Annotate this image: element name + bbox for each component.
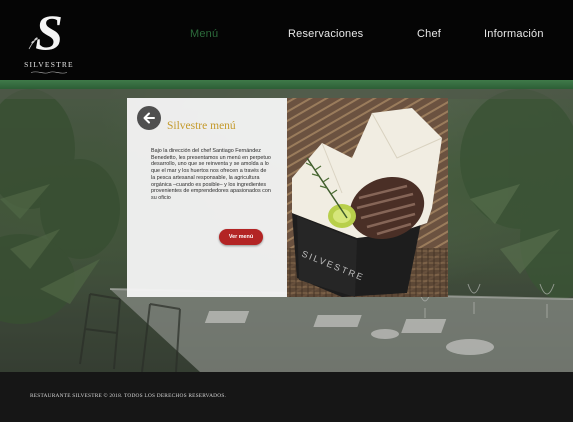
- ver-menu-button[interactable]: Ver menú: [219, 229, 263, 245]
- card-description: Bajo la dirección del chef Santiago Fern…: [151, 148, 271, 201]
- arrow-left-icon: [143, 112, 155, 124]
- silvestre-logo[interactable]: S SILVESTRE: [18, 6, 80, 78]
- site-footer: RESTAURANTE SILVESTRE © 2018. TODOS LOS …: [0, 372, 573, 422]
- nav-item-chef[interactable]: Chef: [417, 28, 441, 40]
- dish-illustration: SILVESTRE: [287, 98, 448, 297]
- logo-monogram: S: [35, 4, 63, 60]
- header-accent-band: [0, 80, 573, 89]
- back-button[interactable]: [137, 106, 161, 130]
- dish-photo: SILVESTRE: [287, 98, 448, 297]
- nav-item-informacion[interactable]: Información: [484, 28, 544, 40]
- nav-item-reservaciones[interactable]: Reservaciones: [288, 28, 363, 40]
- logo-flourish-icon: [30, 71, 68, 74]
- copyright-text: RESTAURANTE SILVESTRE © 2018. TODOS LOS …: [30, 393, 227, 399]
- logo-sprig-icon: [28, 37, 38, 50]
- logo-wordmark: SILVESTRE: [24, 60, 74, 69]
- menu-card: Silvestre menú Bajo la dirección del che…: [127, 98, 287, 297]
- nav-item-menu[interactable]: Menú: [190, 28, 218, 40]
- site-header: S SILVESTRE Menú Reservaciones Chef Info…: [0, 0, 573, 80]
- card-title: Silvestre menú: [167, 120, 236, 132]
